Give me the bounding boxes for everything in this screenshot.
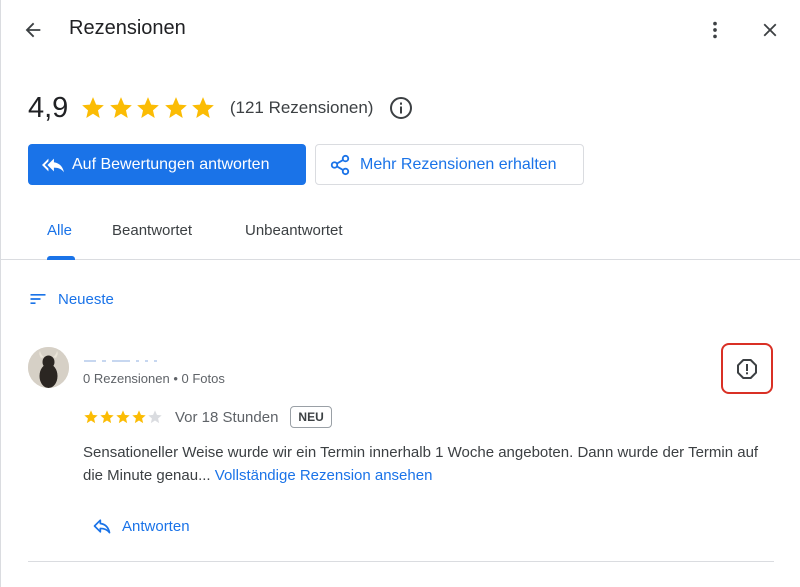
star-icon [84, 410, 98, 424]
reply-icon [92, 516, 112, 536]
tab-answered[interactable]: Beantwortet [112, 222, 192, 239]
rating-stars [80, 95, 218, 121]
tab-unanswered[interactable]: Unbeantwortet [245, 222, 343, 239]
page-title: Rezensionen [69, 17, 186, 39]
reply-to-reviews-label: Auf Bewertungen antworten [72, 155, 270, 173]
info-icon[interactable] [389, 96, 413, 120]
close-button[interactable] [752, 12, 788, 48]
header: Rezensionen [0, 0, 800, 60]
review-meta: Vor 18 Stunden NEU [83, 404, 332, 430]
report-review-button[interactable] [721, 343, 773, 394]
sort-label: Neueste [58, 290, 114, 308]
reviewer-avatar[interactable] [28, 347, 69, 388]
close-icon [763, 23, 777, 37]
average-rating: 4,9 [28, 91, 69, 124]
full-review-link[interactable]: Vollständige Rezension ansehen [215, 467, 433, 484]
page-edge [0, 0, 1, 587]
review-date: Vor 18 Stunden [175, 408, 279, 426]
back-button[interactable] [15, 12, 51, 48]
reviewer-name-obscured [84, 352, 194, 362]
review-count: (121 Rezensionen) [229, 98, 374, 117]
reply-button[interactable]: Antworten [92, 514, 190, 538]
review-text: Sensationeller Weise wurde wir ein Termi… [83, 441, 773, 487]
star-icon [137, 97, 160, 118]
review-divider [28, 561, 774, 562]
star-icon [164, 97, 187, 118]
more-vert-icon [713, 21, 717, 39]
report-icon [737, 358, 757, 379]
sort-button[interactable]: Neueste [28, 288, 114, 310]
reviewer-stats: 0 Rezensionen • 0 Fotos [83, 371, 225, 386]
share-icon [329, 154, 351, 176]
review-stars [83, 409, 163, 425]
star-icon [82, 97, 105, 118]
sort-icon [28, 289, 48, 309]
tab-all[interactable]: Alle [47, 222, 72, 239]
star-icon [109, 97, 132, 118]
rating-summary: 4,9 (121 Rezensionen) [28, 88, 413, 128]
star-icon [100, 410, 114, 424]
star-icon [192, 97, 215, 118]
reply-all-icon [42, 154, 64, 176]
review-filter-tabs: Alle Beantwortet Unbeantwortet [0, 205, 800, 260]
reply-to-reviews-button[interactable]: Auf Bewertungen antworten [28, 144, 306, 185]
reply-label: Antworten [122, 517, 190, 535]
new-badge: NEU [290, 406, 332, 428]
arrow-back-icon [25, 22, 41, 38]
active-tab-indicator [47, 256, 75, 260]
star-icon [132, 410, 146, 424]
star-icon [116, 410, 130, 424]
get-more-reviews-label: Mehr Rezensionen erhalten [360, 155, 557, 173]
more-options-button[interactable] [697, 12, 733, 48]
star-icon [148, 410, 162, 424]
get-more-reviews-button[interactable]: Mehr Rezensionen erhalten [315, 144, 584, 185]
